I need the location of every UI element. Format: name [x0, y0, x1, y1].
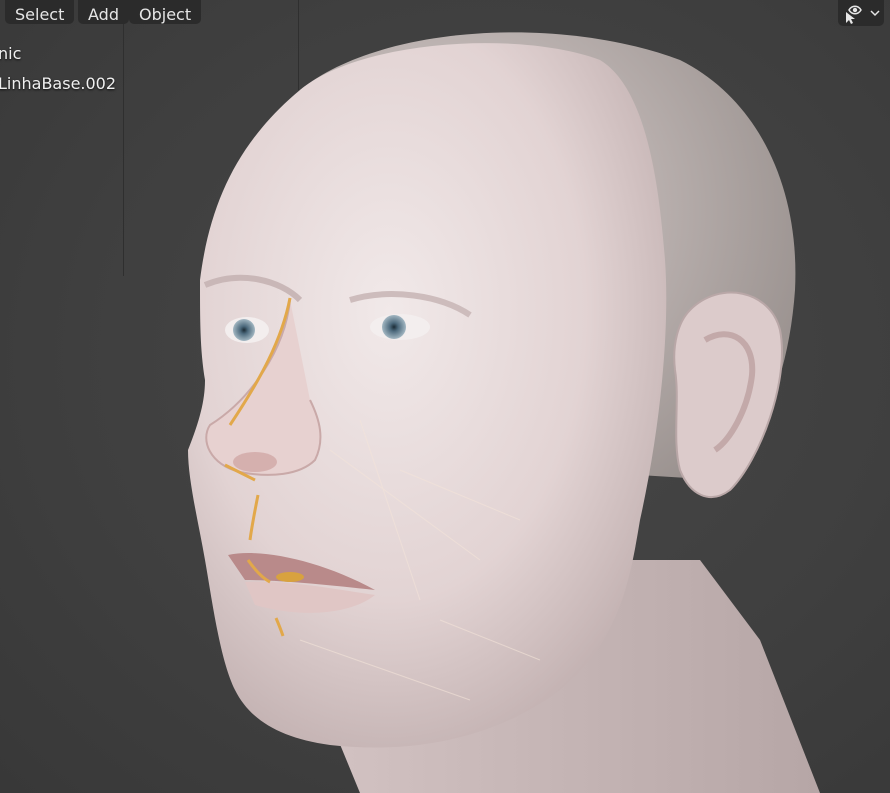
iris-right: [382, 315, 406, 339]
panel-divider: [123, 0, 124, 276]
viewport-mode-label: nic: [0, 44, 22, 63]
panel-divider: [298, 0, 299, 90]
add-menu[interactable]: Add: [78, 0, 129, 24]
active-object-label: LinhaBase.002: [0, 74, 117, 93]
select-menu[interactable]: Select: [5, 0, 75, 24]
chevron-down-icon: [870, 10, 880, 17]
ear: [673, 291, 783, 499]
nostril: [233, 452, 277, 472]
head-model-render[interactable]: [0, 0, 890, 793]
iris-left: [233, 319, 255, 341]
teeth: [276, 572, 304, 582]
selectability-visibility-button[interactable]: [838, 0, 884, 26]
object-menu[interactable]: Object: [129, 0, 202, 24]
eye-selectability-icon: [846, 5, 862, 24]
3d-viewport[interactable]: Select Add Object nic LinhaBase.002: [0, 0, 890, 793]
